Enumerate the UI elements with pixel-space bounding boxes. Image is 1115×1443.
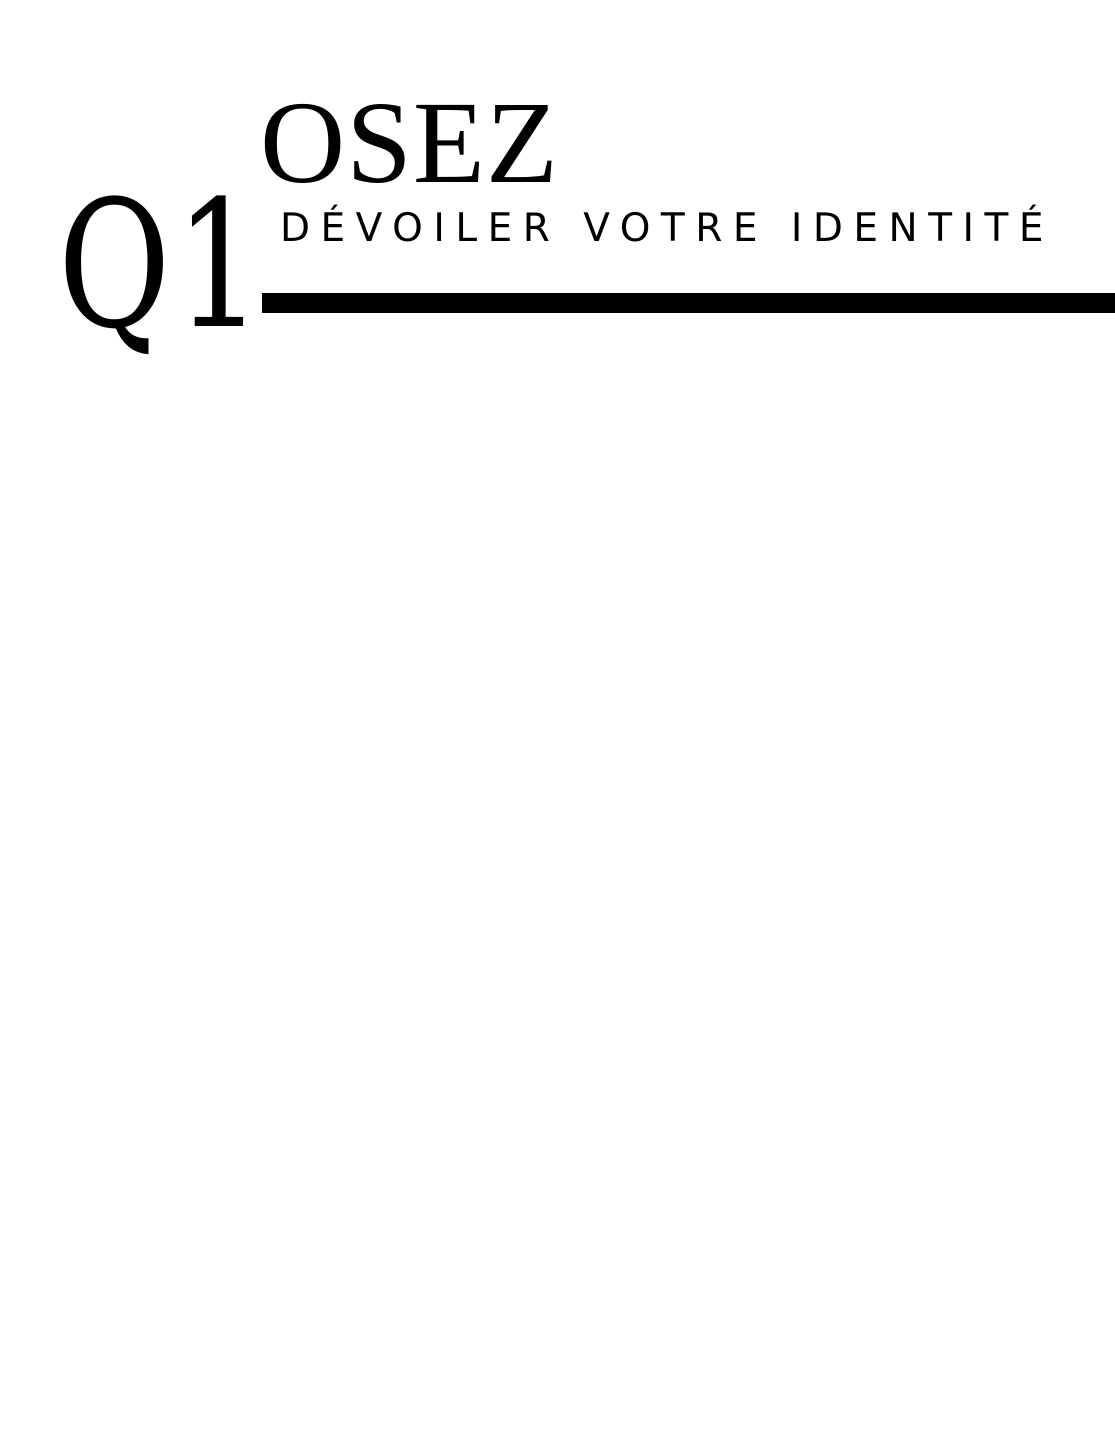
page-title: OSEZ xyxy=(260,77,559,208)
page-subtitle: DÉVOILER VOTRE IDENTITÉ xyxy=(280,206,1055,251)
heading-divider xyxy=(262,293,1115,313)
document-page: Q1 OSEZ DÉVOILER VOTRE IDENTITÉ xyxy=(0,0,1115,1443)
question-number: Q1 xyxy=(58,163,268,368)
